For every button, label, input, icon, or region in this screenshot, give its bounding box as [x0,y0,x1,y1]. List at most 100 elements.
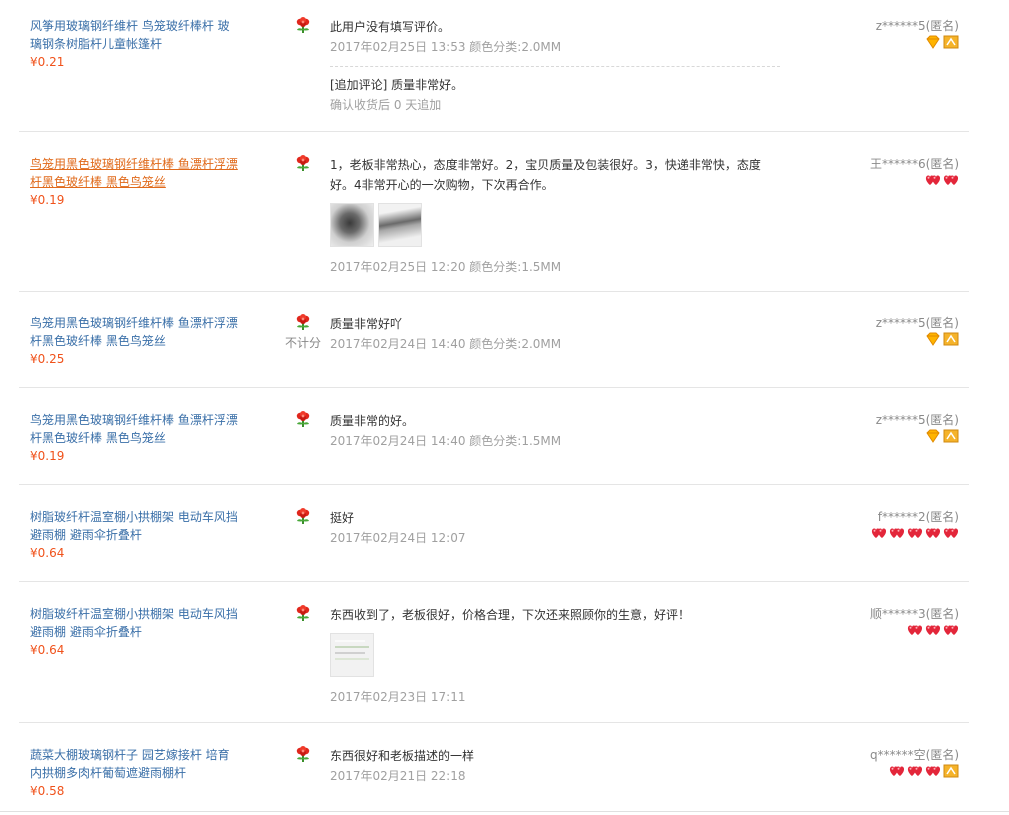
product-info: 鸟笼用黑色玻璃钢纤维杆棒 鱼漂杆浮漂杆黑色玻纤棒 黑色鸟笼丝 ¥0.25 [30,314,240,368]
review-photo-thumb[interactable] [330,203,374,247]
vip-icon [943,35,959,49]
comment-text: 东西收到了，老板很好，价格合理，下次还来照顾你的生意，好评！ [330,608,691,622]
comment-meta: 2017年02月24日 12:07 [330,531,466,545]
product-info: 树脂玻纤杆温室棚小拱棚架 电动车风挡 避雨棚 避雨伞折叠杆 ¥0.64 [30,508,240,562]
heart-icon [907,766,923,776]
product-link[interactable]: 鸟笼用黑色玻璃钢纤维杆棒 鱼漂杆浮漂杆黑色玻纤棒 黑色鸟笼丝 [30,157,238,189]
heart-icon [925,175,941,185]
reviewer-name: z******5(匿名) [875,413,959,427]
product-link[interactable]: 鸟笼用黑色玻璃钢纤维杆棒 鱼漂杆浮漂杆黑色玻纤棒 黑色鸟笼丝 [30,316,238,348]
good-rating-flower-icon [295,17,311,33]
comment-meta: 2017年02月21日 22:18 [330,769,466,783]
heart-icon [925,766,941,776]
reviewer-badges [870,764,959,780]
heart-icon [925,625,941,635]
comment-meta: 2017年02月24日 14:40 颜色分类:2.0MM [330,337,562,351]
review-content: 挺好 2017年02月24日 12:07 [330,508,780,548]
product-link[interactable]: 风筝用玻璃钢纤维杆 鸟笼玻纤棒杆 玻璃钢条树脂杆儿童帐篷杆 [30,19,230,51]
heart-icon [925,528,941,538]
reviewer-badges [876,35,959,51]
diamond-icon [926,429,940,443]
comment-text: 质量非常好吖 [330,317,403,331]
append-comment-text: [追加评论] 质量非常好。 [330,78,464,92]
review-content: 质量非常好吖 2017年02月24日 14:40 颜色分类:2.0MM [330,314,780,354]
vip-icon [943,332,959,346]
product-price: ¥0.64 [30,643,65,657]
product-link[interactable]: 树脂玻纤杆温室棚小拱棚架 电动车风挡 避雨棚 避雨伞折叠杆 [30,607,238,639]
product-info: 蔬菜大棚玻璃钢杆子 园艺嫁接杆 培育内拱棚多肉杆葡萄遮避雨棚杆 ¥0.58 [30,746,240,800]
reviewer: z******5(匿名) [876,17,959,51]
reviewer-badges [876,429,959,445]
review-row: 树脂玻纤杆温室棚小拱棚架 电动车风挡 避雨棚 避雨伞折叠杆 ¥0.64 挺好 2… [19,508,969,582]
review-photo-thumb[interactable] [330,633,374,677]
heart-icon [943,528,959,538]
good-rating-flower-icon [295,314,311,330]
product-info: 鸟笼用黑色玻璃钢纤维杆棒 鱼漂杆浮漂杆黑色玻纤棒 黑色鸟笼丝 ¥0.19 [30,411,240,465]
review-content: 质量非常的好。 2017年02月24日 14:40 颜色分类:1.5MM [330,411,780,451]
comment-text: 挺好 [330,511,355,525]
comment-text: 质量非常的好。 [330,414,415,428]
reviewer: 王******6(匿名) [870,155,959,189]
heart-icon [943,625,959,635]
review-row: 鸟笼用黑色玻璃钢纤维杆棒 鱼漂杆浮漂杆黑色玻纤棒 黑色鸟笼丝 ¥0.19 1，老… [19,155,969,292]
rating [281,605,325,624]
review-content: 东西收到了，老板很好，价格合理，下次还来照顾你的生意，好评！ 2017年02月2… [330,605,780,707]
page-bottom-divider [0,811,1009,812]
heart-icon [889,528,905,538]
vip-icon [943,764,959,778]
review-photo-thumb[interactable] [378,203,422,247]
product-link[interactable]: 鸟笼用黑色玻璃钢纤维杆棒 鱼漂杆浮漂杆黑色玻纤棒 黑色鸟笼丝 [30,413,238,445]
review-photos [330,203,780,247]
good-rating-flower-icon [295,746,311,762]
review-row: 风筝用玻璃钢纤维杆 鸟笼玻纤棒杆 玻璃钢条树脂杆儿童帐篷杆 ¥0.21 此用户没… [19,17,969,132]
reviewer: z******5(匿名) [876,314,959,348]
good-rating-flower-icon [295,605,311,621]
comment-text: 此用户没有填写评价。 [330,20,451,34]
product-info: 鸟笼用黑色玻璃钢纤维杆棒 鱼漂杆浮漂杆黑色玻纤棒 黑色鸟笼丝 ¥0.19 [30,155,240,209]
review-row: 鸟笼用黑色玻璃钢纤维杆棒 鱼漂杆浮漂杆黑色玻纤棒 黑色鸟笼丝 ¥0.25 不计分… [19,314,969,388]
comment-meta: 2017年02月25日 12:20 颜色分类:1.5MM [330,260,562,274]
reviewer-name: z******5(匿名) [875,316,959,330]
review-content: 此用户没有填写评价。 2017年02月25日 13:53 颜色分类:2.0MM … [330,17,780,115]
reviewer-name: z******5(匿名) [875,19,959,33]
heart-icon [943,175,959,185]
rating [281,746,325,765]
reviewer: 顺******3(匿名) [870,605,959,639]
reviewer-name: q******空(匿名) [870,748,959,762]
review-content: 东西很好和老板描述的一样 2017年02月21日 22:18 [330,746,780,786]
product-link[interactable]: 蔬菜大棚玻璃钢杆子 园艺嫁接杆 培育内拱棚多肉杆葡萄遮避雨棚杆 [30,748,230,780]
reviewer-badges [876,332,959,348]
reviewer-badges [870,623,959,639]
diamond-icon [926,332,940,346]
comment-meta: 2017年02月23日 17:11 [330,690,466,704]
product-price: ¥0.64 [30,546,65,560]
comment-meta: 2017年02月25日 13:53 颜色分类:2.0MM [330,40,562,54]
product-price: ¥0.19 [30,193,65,207]
product-price: ¥0.21 [30,55,65,69]
rating [281,508,325,527]
good-rating-flower-icon [295,155,311,171]
review-row: 鸟笼用黑色玻璃钢纤维杆棒 鱼漂杆浮漂杆黑色玻纤棒 黑色鸟笼丝 ¥0.19 质量非… [19,411,969,485]
product-price: ¥0.58 [30,784,65,798]
good-rating-flower-icon [295,411,311,427]
comment-meta: 2017年02月24日 14:40 颜色分类:1.5MM [330,434,562,448]
vip-icon [943,429,959,443]
review-content: 1，老板非常热心，态度非常好。2，宝贝质量及包装很好。3，快递非常快，态度好。4… [330,155,780,277]
product-price: ¥0.19 [30,449,65,463]
not-counted-label: 不计分 [284,336,321,350]
product-info: 树脂玻纤杆温室棚小拱棚架 电动车风挡 避雨棚 避雨伞折叠杆 ¥0.64 [30,605,240,659]
heart-icon [907,625,923,635]
review-photos [330,633,780,677]
rating: 不计分 [281,314,325,351]
comment-text: 1，老板非常热心，态度非常好。2，宝贝质量及包装很好。3，快递非常快，态度好。4… [330,158,761,192]
reviewer: f******2(匿名) [871,508,959,542]
good-rating-flower-icon [295,508,311,524]
rating [281,17,325,36]
review-row: 树脂玻纤杆温室棚小拱棚架 电动车风挡 避雨棚 避雨伞折叠杆 ¥0.64 东西收到… [19,605,969,723]
product-link[interactable]: 树脂玻纤杆温室棚小拱棚架 电动车风挡 避雨棚 避雨伞折叠杆 [30,510,238,542]
reviewer: q******空(匿名) [870,746,959,780]
rating [281,155,325,174]
heart-icon [889,766,905,776]
heart-icon [871,528,887,538]
reviewer-name: f******2(匿名) [877,510,959,524]
